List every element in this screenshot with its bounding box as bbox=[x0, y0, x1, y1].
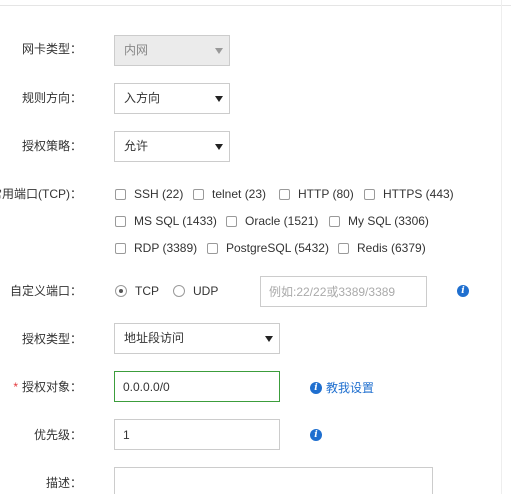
radio-label: TCP bbox=[135, 284, 159, 298]
auth-object-label: * 授权对象： bbox=[13, 379, 82, 395]
right-divider bbox=[501, 0, 502, 494]
nic-type-value: 内网 bbox=[124, 43, 149, 57]
checkbox-icon[interactable] bbox=[279, 188, 290, 200]
port-checkbox-mysql[interactable]: My SQL (3306) bbox=[329, 213, 429, 229]
port-checkbox-http[interactable]: HTTP (80) bbox=[279, 186, 354, 202]
nic-type-label: 网卡类型： bbox=[21, 42, 82, 56]
port-checkbox-telnet[interactable]: telnet (23) bbox=[193, 186, 266, 202]
priority-label: 优先级： bbox=[33, 428, 82, 442]
required-mark: * bbox=[13, 380, 18, 394]
info-icon[interactable]: i bbox=[457, 285, 469, 297]
port-checkbox-https[interactable]: HTTPS (443) bbox=[364, 186, 454, 202]
port-label: HTTP (80) bbox=[298, 187, 354, 201]
checkbox-icon[interactable] bbox=[193, 188, 204, 200]
direction-value: 入方向 bbox=[124, 91, 161, 105]
port-label: MS SQL (1433) bbox=[134, 214, 217, 228]
port-checkbox-rdp[interactable]: RDP (3389) bbox=[115, 240, 197, 256]
auth-object-input[interactable] bbox=[114, 371, 280, 402]
checkbox-icon[interactable] bbox=[364, 188, 375, 200]
priority-input[interactable] bbox=[114, 419, 280, 450]
auth-object-label-text: 授权对象： bbox=[21, 380, 82, 394]
checkbox-icon[interactable] bbox=[329, 215, 340, 227]
custom-port-input[interactable] bbox=[260, 276, 427, 307]
nic-type-select: 内网 bbox=[114, 35, 230, 66]
port-label: SSH (22) bbox=[134, 187, 184, 201]
checkbox-icon[interactable] bbox=[207, 242, 218, 254]
port-label: Oracle (1521) bbox=[245, 214, 319, 228]
policy-label: 授权策略： bbox=[21, 139, 82, 153]
port-label: PostgreSQL (5432) bbox=[226, 241, 329, 255]
port-checkbox-mssql[interactable]: MS SQL (1433) bbox=[115, 213, 217, 229]
chevron-down-icon bbox=[215, 48, 223, 54]
checkbox-icon[interactable] bbox=[226, 215, 237, 227]
checkbox-icon[interactable] bbox=[115, 188, 126, 200]
chevron-down-icon bbox=[265, 336, 273, 342]
checkbox-icon[interactable] bbox=[115, 242, 126, 254]
policy-select[interactable]: 允许 bbox=[114, 131, 230, 162]
radio-label: UDP bbox=[193, 284, 219, 298]
top-divider bbox=[0, 5, 511, 6]
protocol-radio-udp[interactable]: UDP bbox=[173, 283, 218, 299]
checkbox-icon[interactable] bbox=[115, 215, 126, 227]
description-textarea[interactable] bbox=[114, 467, 433, 494]
info-icon: i bbox=[310, 381, 322, 394]
description-label: 描述： bbox=[45, 476, 82, 490]
chevron-down-icon bbox=[215, 96, 223, 102]
port-checkbox-redis[interactable]: Redis (6379) bbox=[338, 240, 426, 256]
setup-help-text: 教我设置 bbox=[326, 381, 375, 395]
port-label: HTTPS (443) bbox=[383, 187, 454, 201]
protocol-radio-tcp[interactable]: TCP bbox=[115, 283, 159, 299]
port-label: RDP (3389) bbox=[134, 241, 198, 255]
custom-port-label: 自定义端口： bbox=[9, 284, 82, 298]
port-label: My SQL (3306) bbox=[348, 214, 429, 228]
setup-help-link[interactable]: i 教我设置 bbox=[310, 379, 374, 396]
port-checkbox-oracle[interactable]: Oracle (1521) bbox=[226, 213, 318, 229]
policy-value: 允许 bbox=[124, 139, 149, 153]
common-ports-label: 常用端口(TCP)： bbox=[0, 187, 82, 201]
port-label: Redis (6379) bbox=[357, 241, 426, 255]
radio-icon[interactable] bbox=[173, 285, 185, 297]
auth-type-select[interactable]: 地址段访问 bbox=[114, 323, 280, 354]
auth-type-label: 授权类型： bbox=[21, 332, 82, 346]
radio-selected-icon[interactable] bbox=[115, 285, 127, 297]
port-checkbox-postgresql[interactable]: PostgreSQL (5432) bbox=[207, 240, 329, 256]
checkbox-icon[interactable] bbox=[338, 242, 349, 254]
port-label: telnet (23) bbox=[212, 187, 267, 201]
direction-label: 规则方向： bbox=[21, 91, 82, 105]
port-checkbox-ssh[interactable]: SSH (22) bbox=[115, 186, 183, 202]
direction-select[interactable]: 入方向 bbox=[114, 83, 230, 114]
auth-type-value: 地址段访问 bbox=[124, 331, 185, 345]
info-icon[interactable]: i bbox=[310, 429, 322, 441]
chevron-down-icon bbox=[215, 144, 223, 150]
